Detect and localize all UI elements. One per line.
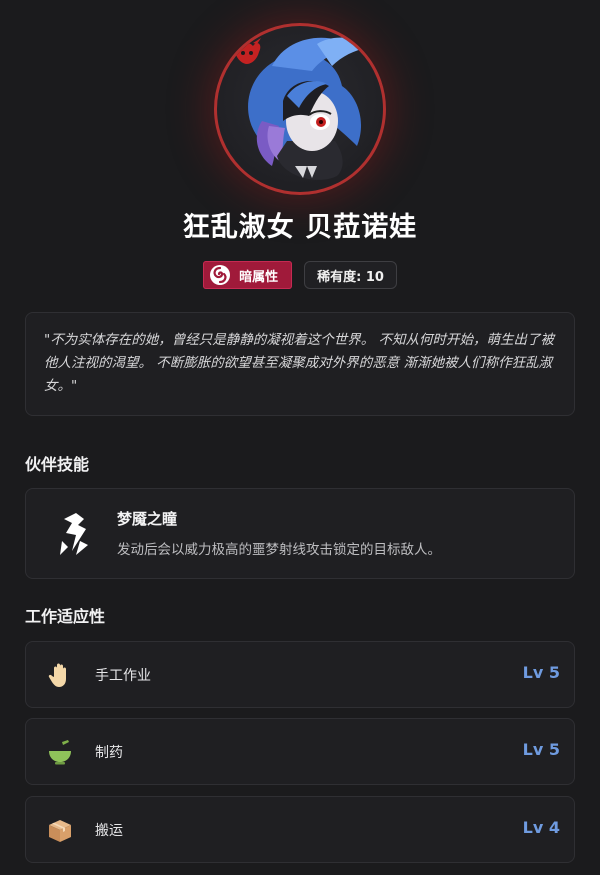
rarity-label: 稀有度: 10 <box>317 269 384 285</box>
work-section-title: 工作适应性 <box>25 607 106 626</box>
rarity-badge: 稀有度: 10 <box>304 261 397 289</box>
element-badge: 暗属性 <box>203 261 293 289</box>
pal-avatar <box>214 23 386 195</box>
skill-name: 梦魇之瞳 <box>117 510 178 528</box>
work-label: 制药 <box>95 745 123 761</box>
pal-description: "不为实体存在的她，曾经只是静静的凝视着这个世界。 不知从何时开始，萌生出了被他… <box>25 312 575 416</box>
work-label: 搬运 <box>95 823 123 839</box>
element-label: 暗属性 <box>239 269 279 285</box>
work-item: 手工作业 Lv 5 <box>25 641 575 708</box>
work-level: Lv 5 <box>522 663 560 682</box>
work-level: Lv 4 <box>522 818 560 837</box>
pal-badges: 暗属性 稀有度: 10 <box>0 261 600 289</box>
work-level: Lv 5 <box>522 740 560 759</box>
work-item: 制药 Lv 5 <box>25 718 575 785</box>
skill-description: 发动后会以威力极高的噩梦射线攻击锁定的目标敌人。 <box>117 542 441 558</box>
dark-element-icon <box>210 265 231 285</box>
partner-skill-card: 梦魇之瞳 发动后会以威力极高的噩梦射线攻击锁定的目标敌人。 <box>25 488 575 579</box>
hand-icon <box>48 663 66 687</box>
work-label: 手工作业 <box>95 668 151 684</box>
pal-name: 狂乱淑女 贝菈诺娃 <box>182 212 418 243</box>
work-item: 搬运 Lv 4 <box>25 796 575 863</box>
box-icon <box>49 820 71 842</box>
skill-section-title: 伙伴技能 <box>25 455 90 474</box>
nightmare-lightning-icon <box>60 513 88 555</box>
pal-avatar-glow <box>214 23 386 195</box>
pal-portrait-image <box>233 37 367 180</box>
mortar-bowl-icon <box>49 740 71 765</box>
